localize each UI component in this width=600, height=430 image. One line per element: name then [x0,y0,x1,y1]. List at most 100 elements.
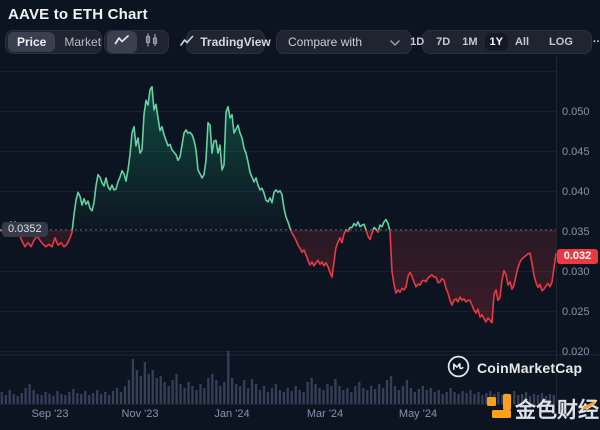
volume-bar [338,386,340,404]
x-axis-tick-label: May '24 [399,408,437,420]
volume-bar [446,392,448,404]
volume-bar [322,390,324,404]
volume-bar [283,392,285,404]
volume-bar [195,390,197,404]
volume-bar [259,390,261,404]
volume-bar [334,379,336,404]
volume-bar [5,395,7,404]
volume-bar [68,392,70,404]
volume-bar [80,394,82,404]
volume-bar [33,390,35,404]
volume-bar [172,380,174,404]
volume-bar [108,395,110,404]
volume-bar [76,393,78,404]
volume-bar [402,386,404,404]
volume-bar [191,386,193,404]
volume-bar [239,386,241,404]
y-axis-tick-label: 0.045 [562,145,590,159]
baseline-price-label: 0.0352 [2,222,48,237]
volume-bar [275,384,277,404]
volume-bar [72,389,74,404]
volume-bar [183,388,185,404]
volume-bar [311,378,313,404]
volume-bar [124,386,126,404]
volume-bar [44,392,46,404]
volume-bar [450,388,452,404]
volume-bar [481,395,483,404]
coinmarketcap-logo-icon [447,355,470,381]
volume-bar [140,376,142,404]
volume-bar [386,380,388,404]
volume-bar [1,392,3,404]
volume-bar [199,384,201,404]
volume-bar [17,396,19,404]
x-axis-tick-label: Mar '24 [307,408,343,420]
volume-bar [477,392,479,404]
y-axis-tick-label: 0.035 [562,225,590,239]
volume-bar [92,393,94,404]
volume-bar [88,395,90,404]
volume-bar [473,394,475,404]
x-axis-tick-label: Jan '24 [214,408,249,420]
volume-bar [60,394,62,404]
volume-bar [168,386,170,404]
volume-bar [40,395,42,404]
volume-bar [287,388,289,404]
volume-bar [136,370,138,404]
coinmarketcap-label: CoinMarketCap [477,360,582,376]
volume-bar [247,388,249,404]
volume-bar [56,391,58,404]
volume-bar [342,390,344,404]
volume-bar [175,374,177,404]
volume-bar [164,382,166,404]
volume-bar [303,392,305,404]
volume-bar [434,392,436,404]
volume-bar [152,370,154,404]
volume-bar [358,382,360,404]
volume-bar [25,388,27,404]
volume-bar [414,392,416,404]
volume-bar [410,388,412,404]
volume-bar [291,391,293,404]
volume-bar [36,394,38,404]
volume-bar [251,379,253,404]
volume-bar [346,388,348,404]
volume-bar [29,384,31,404]
volume-bar [307,382,309,404]
volume-bar [207,378,209,404]
volume-bar [390,376,392,404]
x-axis-tick-label: Nov '23 [122,408,159,420]
volume-bar [299,390,301,404]
volume-bar [406,380,408,404]
aave-eth-chart-page: AAVE to ETH Chart Price Market cap [0,0,600,430]
volume-bar [267,392,269,404]
volume-bar [96,390,98,404]
volume-bar [461,391,463,404]
jinse-finance-label: 金色财经 [515,394,599,424]
volume-bar [100,394,102,404]
volume-bar [112,391,114,404]
volume-bar [179,384,181,404]
volume-bar [398,390,400,404]
volume-bar [330,386,332,404]
volume-bar [438,390,440,404]
volume-bar [318,388,320,404]
volume-bar [156,378,158,404]
volume-bar [203,388,205,404]
y-axis-tick-label: 0.050 [562,105,590,119]
volume-bar [255,384,257,404]
volume-bar [21,393,23,404]
volume-bar [469,390,471,404]
volume-bar [120,392,122,404]
volume-bar [128,380,130,404]
volume-bar [271,388,273,404]
jinse-finance-icon [486,393,512,424]
volume-bar [160,376,162,404]
volume-bar [132,359,134,404]
volume-bar [231,378,233,404]
volume-bar [9,390,11,404]
volume-bar [211,374,213,404]
volume-bar [430,388,432,404]
volume-bar [279,390,281,404]
volume-bar [215,380,217,404]
